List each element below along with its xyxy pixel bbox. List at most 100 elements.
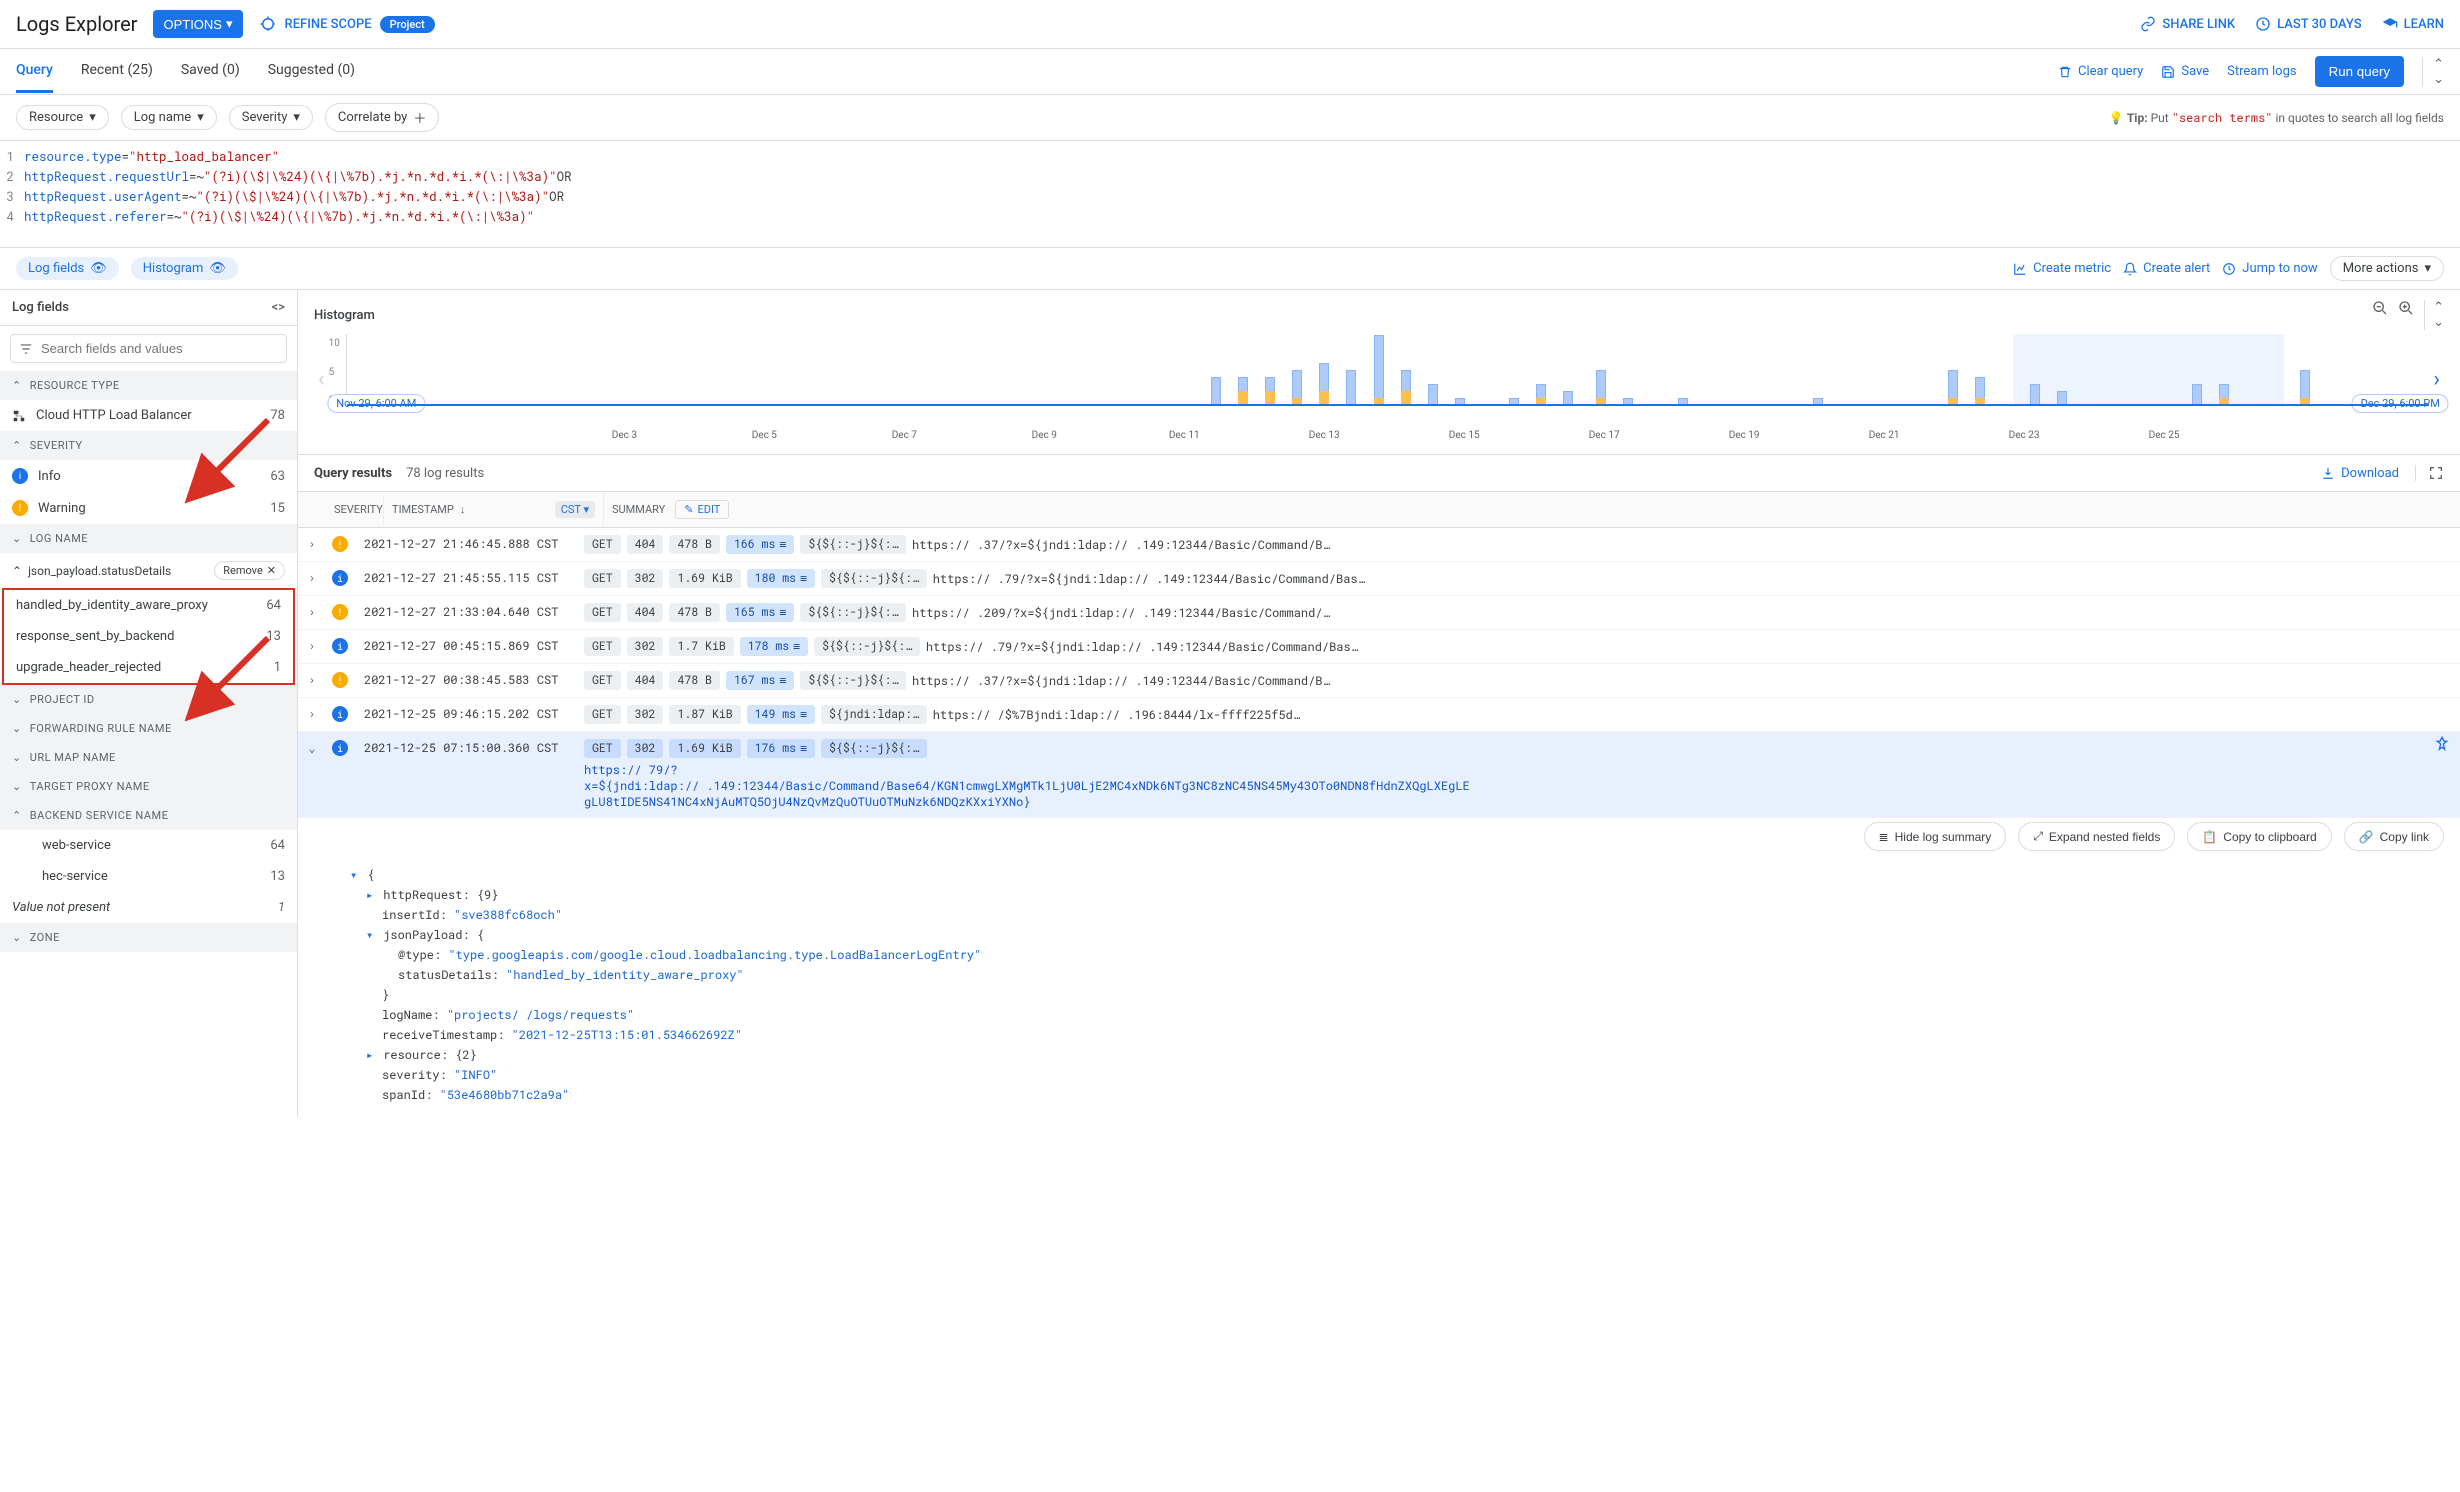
- stream-logs-button[interactable]: Stream logs: [2227, 64, 2296, 79]
- run-query-button[interactable]: Run query: [2315, 56, 2405, 87]
- resource-chip[interactable]: Resource▾: [16, 105, 109, 130]
- range-start-chip[interactable]: Nov 29, 6:00 AM: [327, 394, 425, 413]
- value-not-present[interactable]: Value not present1: [0, 892, 297, 923]
- zoom-in-icon[interactable]: [2398, 300, 2414, 330]
- tab-saved[interactable]: Saved (0): [181, 50, 240, 93]
- hide-summary-button[interactable]: ≣Hide log summary: [1864, 822, 2007, 851]
- timezone-chip[interactable]: CST ▾: [555, 501, 595, 518]
- histogram-bar[interactable]: [1509, 398, 1519, 405]
- download-button[interactable]: Download: [2321, 466, 2399, 481]
- section-backend[interactable]: ⌃BACKEND SERVICE NAME: [0, 801, 297, 830]
- histogram-bar[interactable]: [1346, 370, 1356, 405]
- tab-query[interactable]: Query: [16, 50, 53, 93]
- field-row[interactable]: response_sent_by_backend13: [4, 621, 293, 652]
- table-row[interactable]: ›i2021-12-27 21:45:55.115 CSTGET3021.69 …: [298, 562, 2460, 596]
- share-link-button[interactable]: SHARE LINK: [2140, 16, 2235, 32]
- options-button[interactable]: OPTIONS ▾: [153, 10, 242, 38]
- caret-right-icon[interactable]: ▸: [366, 885, 376, 905]
- tab-suggested[interactable]: Suggested (0): [268, 50, 355, 93]
- fields-search-input[interactable]: [41, 341, 278, 356]
- collapse-row-icon[interactable]: ⌄: [298, 736, 326, 756]
- field-row[interactable]: hec-service13: [0, 861, 297, 892]
- section-target-proxy[interactable]: ⌄TARGET PROXY NAME: [0, 772, 297, 801]
- tab-recent[interactable]: Recent (25): [81, 50, 153, 93]
- histogram-prev-button[interactable]: ‹: [314, 367, 329, 392]
- expand-toggle[interactable]: ⌃⌄: [2424, 300, 2444, 330]
- histogram-bar[interactable]: [1948, 370, 1958, 405]
- table-row-expanded[interactable]: ⌄ i 2021-12-25 07:15:00.360 CST GET 302 …: [298, 732, 2460, 818]
- fullscreen-icon[interactable]: [2415, 465, 2444, 481]
- table-row[interactable]: ›!2021-12-27 00:38:45.583 CSTGET404478 B…: [298, 664, 2460, 698]
- table-row[interactable]: ›!2021-12-27 21:46:45.888 CSTGET404478 B…: [298, 528, 2460, 562]
- correlate-chip[interactable]: Correlate by＋: [325, 103, 439, 132]
- field-row[interactable]: handled_by_identity_aware_proxy64: [4, 590, 293, 621]
- histogram-bar[interactable]: [1238, 377, 1248, 405]
- table-row[interactable]: ›!2021-12-27 21:33:04.640 CSTGET404478 B…: [298, 596, 2460, 630]
- field-row[interactable]: ! Warning15: [0, 492, 297, 524]
- table-row[interactable]: ›i2021-12-25 09:46:15.202 CSTGET3021.87 …: [298, 698, 2460, 732]
- col-severity[interactable]: SEVERITY: [326, 495, 384, 524]
- expand-row-icon[interactable]: ›: [298, 532, 326, 552]
- expand-row-icon[interactable]: ›: [298, 702, 326, 722]
- histogram-bar[interactable]: [1211, 377, 1221, 405]
- col-timestamp[interactable]: TIMESTAMP ↓ CST ▾: [384, 493, 604, 526]
- expand-row-icon[interactable]: ›: [298, 634, 326, 654]
- histogram-bar[interactable]: [1428, 384, 1438, 405]
- histogram-bar[interactable]: [2219, 384, 2229, 405]
- field-row[interactable]: Cloud HTTP Load Balancer78: [0, 400, 297, 431]
- histogram-bar[interactable]: [2030, 384, 2040, 405]
- create-metric-button[interactable]: Create metric: [2013, 261, 2111, 276]
- pin-icon[interactable]: [2424, 736, 2460, 752]
- histogram-toggle[interactable]: Histogram👁: [131, 257, 238, 280]
- caret-down-icon[interactable]: ▾: [366, 925, 376, 945]
- histogram-bar[interactable]: [1319, 363, 1329, 405]
- section-project-id[interactable]: ⌄PROJECT ID: [0, 685, 297, 714]
- caret-down-icon[interactable]: ▾: [350, 865, 360, 885]
- histogram-bar[interactable]: [1623, 398, 1633, 405]
- histogram-bar[interactable]: [1401, 370, 1411, 405]
- caret-right-icon[interactable]: ▸: [366, 1045, 376, 1065]
- json-path-row[interactable]: ⌃ json_payload.statusDetails Remove✕: [0, 553, 297, 588]
- refine-scope-button[interactable]: REFINE SCOPE Project: [259, 15, 435, 33]
- expand-fields-button[interactable]: ⤢Expand nested fields: [2018, 822, 2175, 851]
- copy-clipboard-button[interactable]: 📋Copy to clipboard: [2187, 822, 2331, 851]
- section-fwd-rule[interactable]: ⌄FORWARDING RULE NAME: [0, 714, 297, 743]
- histogram-bar[interactable]: [2057, 391, 2067, 405]
- histogram-bar[interactable]: [1975, 377, 1985, 405]
- expand-row-icon[interactable]: ›: [298, 600, 326, 620]
- section-resource-type[interactable]: ⌃RESOURCE TYPE: [0, 371, 297, 400]
- log-fields-toggle[interactable]: Log fields👁: [16, 257, 119, 280]
- more-actions-button[interactable]: More actions▾: [2330, 256, 2444, 281]
- clear-query-button[interactable]: Clear query: [2058, 64, 2143, 79]
- field-row[interactable]: upgrade_header_rejected1: [4, 652, 293, 683]
- section-severity[interactable]: ⌃SEVERITY: [0, 431, 297, 460]
- time-range-button[interactable]: LAST 30 DAYS: [2255, 16, 2361, 32]
- code-icon[interactable]: <>: [272, 300, 285, 315]
- histogram-bar[interactable]: [1678, 398, 1688, 405]
- query-editor[interactable]: 1resource.type="http_load_balancer" 2htt…: [0, 141, 2460, 248]
- histogram-bar[interactable]: [2192, 384, 2202, 405]
- histogram-chart[interactable]: Nov 29, 6:00 AM Dec 29, 6:00 PM: [346, 334, 2430, 406]
- severity-chip[interactable]: Severity▾: [229, 105, 313, 130]
- section-log-name[interactable]: ⌄LOG NAME: [0, 524, 297, 553]
- zoom-out-icon[interactable]: [2372, 300, 2388, 330]
- edit-summary-button[interactable]: ✎EDIT: [675, 500, 729, 519]
- histogram-next-button[interactable]: ›: [2429, 367, 2444, 392]
- expand-row-icon[interactable]: ›: [298, 668, 326, 688]
- copy-link-button[interactable]: 🔗Copy link: [2344, 822, 2444, 851]
- learn-button[interactable]: LEARN: [2382, 16, 2444, 32]
- field-row[interactable]: web-service64: [0, 830, 297, 861]
- histogram-bar[interactable]: [1563, 391, 1573, 405]
- collapse-toggle[interactable]: ⌃ ⌄: [2422, 57, 2444, 87]
- histogram-bar[interactable]: [1596, 370, 1606, 405]
- histogram-bar[interactable]: [1374, 335, 1384, 405]
- expand-row-icon[interactable]: ›: [298, 566, 326, 586]
- create-alert-button[interactable]: Create alert: [2123, 261, 2210, 276]
- histogram-bar[interactable]: [1536, 384, 1546, 405]
- fields-search[interactable]: [10, 334, 287, 363]
- histogram-bar[interactable]: [1292, 370, 1302, 405]
- section-zone[interactable]: ⌄ZONE: [0, 923, 297, 952]
- range-end-chip[interactable]: Dec 29, 6:00 PM: [2352, 394, 2449, 413]
- remove-field-button[interactable]: Remove✕: [214, 561, 285, 580]
- section-url-map[interactable]: ⌄URL MAP NAME: [0, 743, 297, 772]
